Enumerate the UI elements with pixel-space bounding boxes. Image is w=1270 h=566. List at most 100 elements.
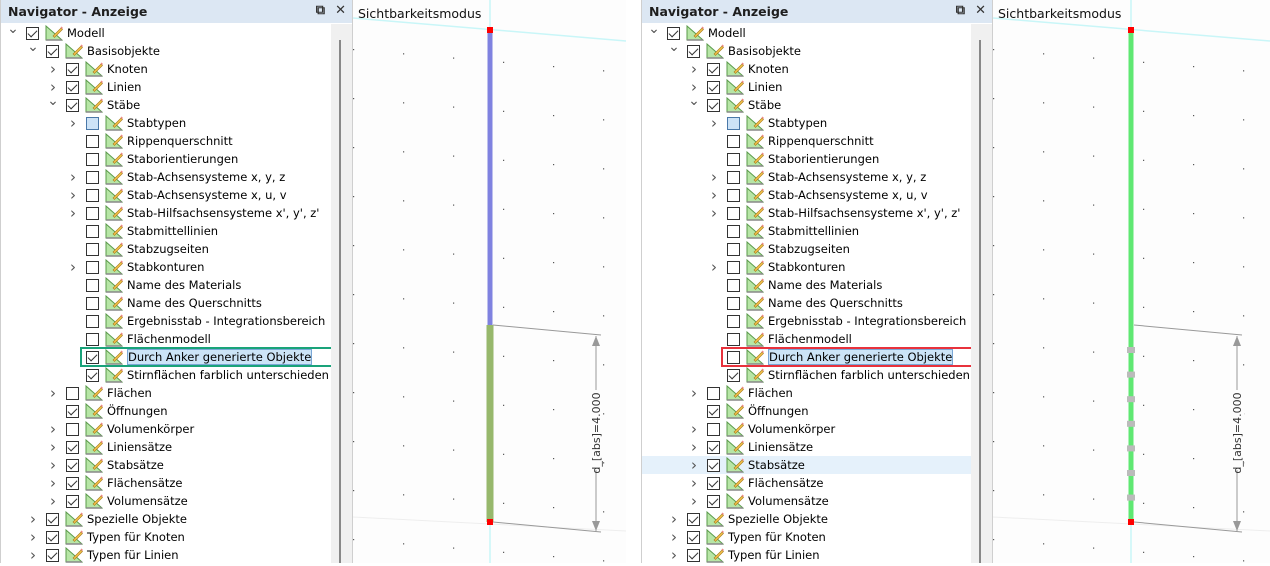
chevron-right-icon[interactable]: › [46,456,60,474]
chevron-right-icon[interactable]: › [687,420,701,438]
checkbox[interactable] [66,404,79,418]
restore-icon[interactable]: ⧉ [316,3,325,18]
chevron-right-icon[interactable]: › [46,420,60,438]
tree-item[interactable]: › Typen für Linien [642,546,971,564]
tree-item[interactable]: Stabzugseiten [642,240,971,258]
tree-item[interactable]: Name des Materials [1,276,331,294]
chevron-down-icon[interactable]: ⌄ [647,20,661,38]
chevron-right-icon[interactable]: › [707,258,721,276]
checkbox[interactable] [727,350,740,364]
checkbox[interactable] [66,62,79,76]
checkbox[interactable] [727,170,740,184]
checkbox[interactable] [687,548,700,562]
checkbox[interactable] [707,62,720,76]
chevron-right-icon[interactable]: › [667,528,681,546]
checkbox[interactable] [46,548,59,562]
checkbox[interactable] [86,206,99,220]
checkbox[interactable] [66,476,79,490]
checkbox[interactable] [727,152,740,166]
checkbox[interactable] [66,386,79,400]
tree-item[interactable]: › Liniensätze [1,438,331,456]
tree-item[interactable]: › Knoten [1,60,331,78]
tree-item[interactable]: ⌄ Basisobjekte [1,39,331,60]
tree-item[interactable]: › Stab-Hilfsachsensysteme x', y', z' [1,204,331,222]
node-bottom[interactable] [487,519,493,525]
tree-item[interactable]: Durch Anker generierte Objekte [1,348,331,366]
tree-item[interactable]: › Stabtypen [642,114,971,132]
chevron-right-icon[interactable]: › [66,114,80,132]
checkbox[interactable] [707,476,720,490]
checkbox[interactable] [86,368,99,382]
tree-item[interactable]: › Stab-Hilfsachsensysteme x', y', z' [642,204,971,222]
checkbox[interactable] [86,188,99,202]
chevron-down-icon[interactable]: ⌄ [26,38,40,56]
checkbox[interactable] [86,152,99,166]
checkbox[interactable] [707,80,720,94]
scrollbar-thumb[interactable] [339,40,341,563]
tree-item[interactable]: Name des Querschnitts [642,294,971,312]
checkbox[interactable] [86,260,99,274]
tree-item[interactable]: › Stab-Achsensysteme x, y, z [642,168,971,186]
tree-item[interactable]: Staborientierungen [642,150,971,168]
tree-item[interactable]: › Volumenkörper [642,420,971,438]
close-icon[interactable]: ✕ [975,3,986,18]
tree-item[interactable]: › Liniensätze [642,438,971,456]
chevron-right-icon[interactable]: › [707,168,721,186]
scrollbar[interactable] [971,24,992,563]
scrollbar-thumb[interactable] [979,40,981,563]
checkbox[interactable] [86,170,99,184]
tree-item[interactable]: Stabmittellinien [642,222,971,240]
model-view[interactable]: d_[abs]=4.000 [353,0,626,563]
checkbox[interactable] [66,98,79,112]
chevron-right-icon[interactable]: › [687,384,701,402]
tree-item[interactable]: ⌄ Modell [1,21,331,42]
restore-icon[interactable]: ⧉ [956,3,965,18]
scrollbar[interactable] [331,24,352,563]
chevron-down-icon[interactable]: ⌄ [6,20,20,38]
tree-item[interactable]: Stirnflächen farblich unterschieden [642,366,971,384]
checkbox[interactable] [86,224,99,238]
chevron-right-icon[interactable]: › [66,204,80,222]
tree-item[interactable]: Name des Querschnitts [1,294,331,312]
tree-item[interactable]: Flächenmodell [1,330,331,348]
chevron-right-icon[interactable]: › [687,438,701,456]
tree-item[interactable]: › Flächen [1,384,331,402]
chevron-right-icon[interactable]: › [667,510,681,528]
checkbox[interactable] [707,386,720,400]
chevron-right-icon[interactable]: › [687,474,701,492]
tree-item[interactable]: › Volumenkörper [1,420,331,438]
checkbox[interactable] [687,530,700,544]
tree-item[interactable]: ⌄ Stäbe [642,93,971,114]
chevron-right-icon[interactable]: › [26,510,40,528]
tree-item[interactable]: › Typen für Linien [1,546,331,564]
chevron-down-icon[interactable]: ⌄ [687,92,701,110]
tree-item[interactable]: › Stabsätze [642,456,971,474]
checkbox[interactable] [86,332,99,346]
chevron-down-icon[interactable]: ⌄ [667,38,681,56]
tree-item[interactable]: › Stabtypen [1,114,331,132]
checkbox[interactable] [86,134,99,148]
checkbox[interactable] [707,440,720,454]
checkbox[interactable] [727,206,740,220]
chevron-right-icon[interactable]: › [46,492,60,510]
tree-item[interactable]: › Flächensätze [1,474,331,492]
checkbox[interactable] [66,458,79,472]
tree-item[interactable]: › Stab-Achsensysteme x, y, z [1,168,331,186]
tree-item[interactable]: › Typen für Knoten [1,528,331,546]
tree-item[interactable]: › Spezielle Objekte [1,510,331,528]
chevron-right-icon[interactable]: › [66,168,80,186]
checkbox[interactable] [66,440,79,454]
tree-item[interactable]: › Stab-Achsensysteme x, u, v [642,186,971,204]
checkbox[interactable] [46,530,59,544]
checkbox[interactable] [727,116,740,130]
chevron-right-icon[interactable]: › [26,546,40,564]
checkbox[interactable] [707,494,720,508]
tree-item[interactable]: › Volumensätze [1,492,331,510]
tree-item[interactable]: Öffnungen [1,402,331,420]
checkbox[interactable] [727,260,740,274]
tree-item[interactable]: Durch Anker generierte Objekte [642,348,971,366]
viewport-left[interactable]: Sichtbarkeitsmodus d_[abs]=4.000 [353,0,626,563]
tree-item[interactable]: › Stabkonturen [642,258,971,276]
checkbox[interactable] [727,242,740,256]
checkbox[interactable] [727,368,740,382]
